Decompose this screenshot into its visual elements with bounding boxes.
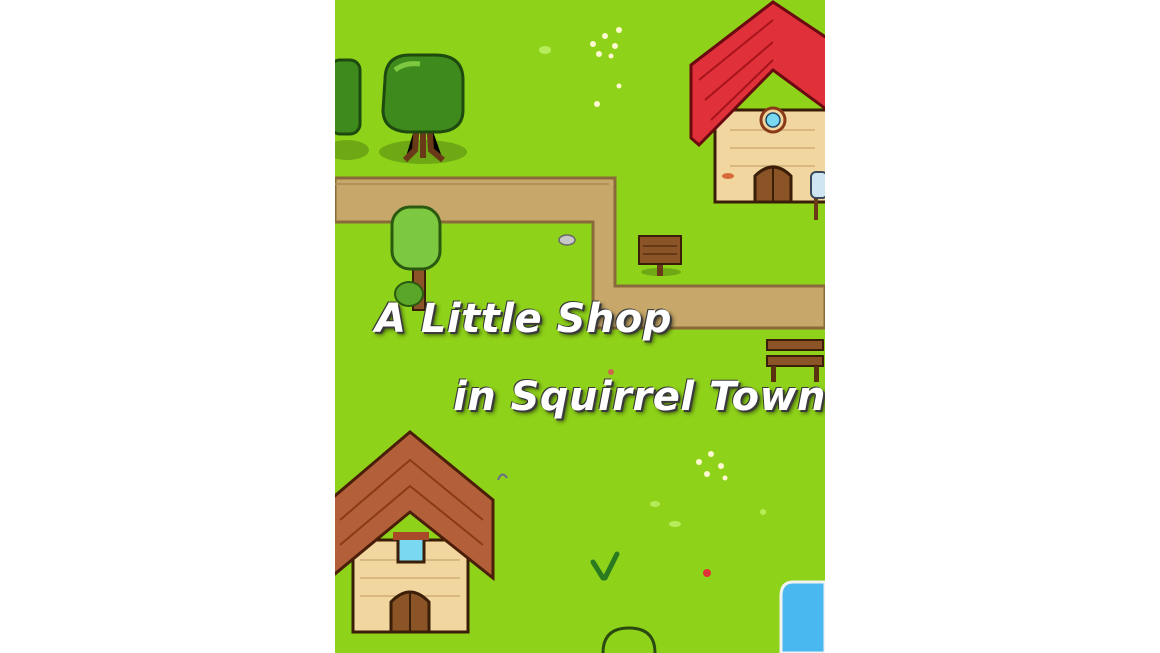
- house-icon: [335, 430, 495, 634]
- tree-icon: [601, 626, 657, 653]
- house-icon: [689, 0, 825, 204]
- mailbox-icon: [810, 171, 825, 220]
- game-title-line-1: A Little Shop: [375, 296, 672, 342]
- tree-icon: [379, 53, 467, 164]
- tree-icon: [335, 58, 369, 160]
- plant-icon: [590, 551, 620, 581]
- game-screen: A Little Shop in Squirrel Town: [335, 0, 825, 653]
- game-title-line-2: in Squirrel Town: [453, 374, 825, 420]
- rock-icon: [497, 473, 508, 481]
- pond-icon: [779, 580, 825, 653]
- signpost-icon: [638, 235, 682, 276]
- tree-icon: [390, 205, 442, 311]
- rock-icon: [558, 234, 576, 246]
